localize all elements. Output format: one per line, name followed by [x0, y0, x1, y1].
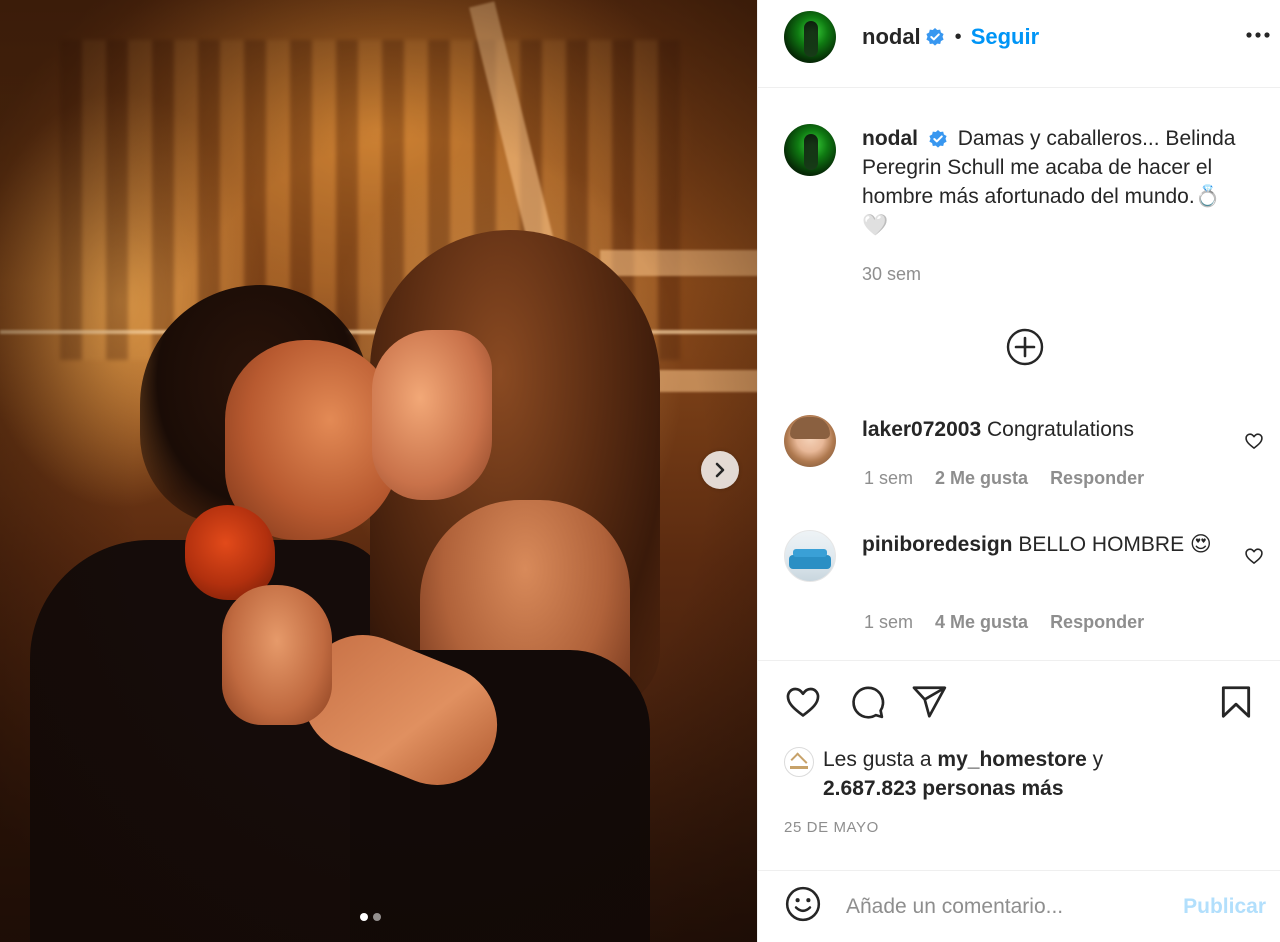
comment-button[interactable]	[848, 683, 886, 726]
carousel-dot	[373, 913, 381, 921]
comment-text: Congratulations	[986, 418, 1135, 441]
heart-icon	[1245, 433, 1263, 449]
likes-prefix: Les gusta a	[823, 748, 938, 771]
chevron-right-icon	[715, 462, 725, 478]
comment-time: 1 sem	[864, 468, 914, 488]
comment-likes-count[interactable]: 4 Me gusta	[935, 612, 1028, 633]
like-button[interactable]	[784, 683, 822, 726]
follow-button[interactable]: Seguir	[971, 24, 1039, 50]
plus-circle-icon	[1006, 328, 1044, 366]
post-details-panel: nodal • Seguir nodal Damas y caballeros.…	[757, 0, 1280, 942]
reply-button[interactable]: Responder	[1050, 468, 1144, 489]
post-header: nodal • Seguir	[784, 11, 1270, 63]
likes-summary: Les gusta a my_homestore y 2.687.823 per…	[784, 745, 1203, 803]
comment-username[interactable]: piniboredesign	[862, 533, 1013, 556]
publish-button[interactable]: Publicar	[1183, 895, 1266, 919]
caption-text: Damas y caballeros... Belinda Peregrin S…	[862, 127, 1236, 237]
post-caption: nodal Damas y caballeros... Belinda Pere…	[784, 124, 1254, 289]
comment-username[interactable]: laker072003	[862, 418, 981, 441]
caption-time: 30 sem	[862, 264, 922, 284]
carousel-dot-active	[360, 913, 368, 921]
save-button[interactable]	[1216, 683, 1256, 726]
more-horizontal-icon	[1246, 32, 1270, 38]
carousel-indicator	[360, 913, 381, 921]
post-photo[interactable]	[0, 0, 757, 942]
liker-avatar[interactable]	[784, 747, 814, 777]
post-actions	[784, 683, 1256, 723]
author-avatar[interactable]	[784, 11, 836, 63]
post-date[interactable]: 25 DE MAYO	[784, 819, 879, 836]
send-icon	[912, 686, 947, 718]
comment-time: 1 sem	[864, 612, 914, 632]
comment-item: piniboredesign BELLO HOMBRE 😍	[784, 530, 1264, 582]
caption-username[interactable]: nodal	[862, 127, 918, 150]
heart-icon	[786, 687, 820, 717]
comment-meta: 1 sem 4 Me gusta Responder	[864, 612, 1144, 633]
comment-input[interactable]	[846, 894, 1146, 919]
likes-conjunction: y	[1086, 748, 1104, 771]
bookmark-icon	[1221, 686, 1251, 718]
comment-like-button[interactable]	[1244, 431, 1264, 456]
heart-icon	[1245, 548, 1263, 564]
likes-count[interactable]: 2.687.823 personas más	[823, 777, 1064, 800]
liker-username[interactable]: my_homestore	[937, 748, 1086, 771]
verified-badge-icon	[928, 129, 948, 149]
commenter-avatar[interactable]	[784, 415, 836, 467]
comment-composer: Publicar	[758, 870, 1280, 942]
commenter-avatar[interactable]	[784, 530, 836, 582]
reply-button[interactable]: Responder	[1050, 612, 1144, 633]
comment-meta: 1 sem 2 Me gusta Responder	[864, 468, 1144, 489]
verified-badge-icon	[925, 27, 945, 47]
emoji-button[interactable]	[784, 885, 822, 928]
caption-author-avatar[interactable]	[784, 124, 836, 176]
emoji-smile-icon	[785, 886, 821, 922]
comment-item: laker072003 Congratulations	[784, 415, 1264, 467]
load-more-comments-button[interactable]	[1006, 328, 1044, 371]
comment-text: BELLO HOMBRE 😍	[1018, 533, 1212, 556]
author-username[interactable]: nodal	[862, 24, 921, 50]
comments-divider	[758, 660, 1280, 661]
more-options-button[interactable]	[1244, 21, 1272, 54]
comment-like-button[interactable]	[1244, 546, 1264, 571]
header-divider	[758, 87, 1280, 88]
comment-bubble-icon	[852, 686, 885, 719]
carousel-next-button[interactable]	[701, 451, 739, 489]
share-button[interactable]	[910, 683, 948, 726]
comment-likes-count[interactable]: 2 Me gusta	[935, 468, 1028, 489]
header-separator: •	[954, 25, 962, 48]
